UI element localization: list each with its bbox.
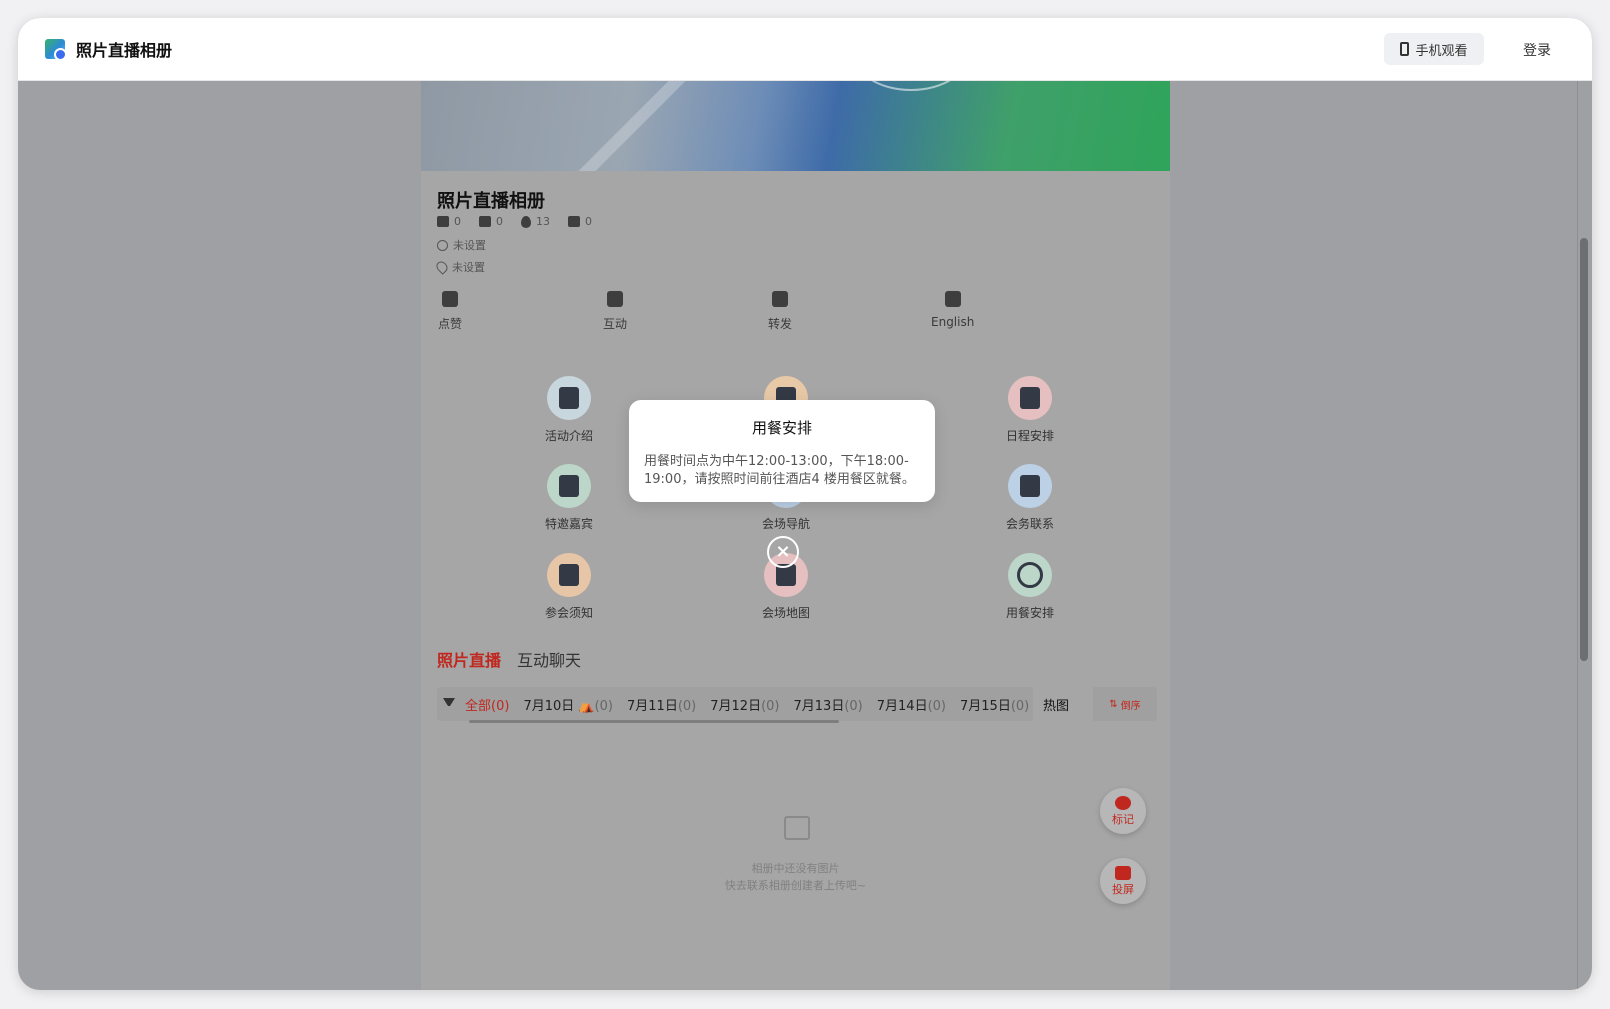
action-row: 点赞 互动 转发 English [421, 291, 1170, 351]
mobile-view-button[interactable]: 手机观看 [1384, 33, 1484, 65]
login-link[interactable]: 登录 [1523, 40, 1551, 60]
grid-item-schedule[interactable]: 日程安排 [970, 376, 1090, 444]
grid-item-contact[interactable]: 会务联系 [970, 464, 1090, 532]
english-button[interactable]: English [931, 291, 974, 329]
clock-icon [437, 239, 448, 251]
album-stats: 0 0 13 0 [437, 215, 592, 228]
tablet-icon [559, 387, 579, 409]
date-filter-item[interactable]: 7月11日(0) [627, 695, 696, 714]
share-icon [772, 291, 788, 307]
grid-item-dining[interactable]: 用餐安排 [970, 553, 1090, 621]
mark-button[interactable]: 标记 [1100, 788, 1146, 834]
grid-item-notice[interactable]: 参会须知 [509, 553, 629, 621]
album-page: 照片直播相册 0 0 13 0 未设置 未设置 点赞 互动 转发 English… [421, 81, 1170, 990]
album-banner [421, 81, 1170, 171]
date-filter-item[interactable]: 7月15日(0) [960, 695, 1029, 714]
location-pin-icon [434, 259, 450, 275]
hot-sort-button[interactable]: 热图 [1033, 687, 1093, 721]
like-button[interactable]: 点赞 [438, 291, 462, 332]
date-scrollbar[interactable] [469, 720, 839, 723]
date-filter-item[interactable]: 7月10日 ⛺(0) [523, 695, 613, 714]
page-scrollbar-track [1577, 81, 1578, 990]
sort-arrows-icon: ⇅ [1109, 698, 1118, 710]
filter-icon[interactable] [443, 698, 455, 710]
date-filter-item[interactable]: 7月13日(0) [794, 695, 863, 714]
video-icon [479, 216, 491, 227]
thumbs-up-icon [568, 216, 580, 227]
cast-screen-icon [1115, 865, 1131, 880]
top-bar: 照片直播相册 手机观看 登录 [18, 18, 1592, 81]
thumbs-up-icon [442, 291, 458, 307]
grid-item-guests[interactable]: 特邀嘉宾 [509, 464, 629, 532]
tab-chat[interactable]: 互动聊天 [517, 647, 581, 671]
smile-mark-icon [1115, 795, 1131, 810]
modal-body: 用餐时间点为中午12:00-13:00，下午18:00-19:00，请按照时间前… [644, 454, 915, 487]
share-button[interactable]: 转发 [768, 291, 792, 332]
fire-icon [521, 215, 531, 228]
mobile-view-label: 手机观看 [1415, 43, 1468, 59]
empty-text-line2: 快去联系相册创建者上传吧~ [724, 879, 867, 892]
content-tabs: 照片直播 互动聊天 [437, 647, 581, 671]
grid-item-intro[interactable]: 活动介绍 [509, 376, 629, 444]
interact-button[interactable]: 互动 [603, 291, 627, 332]
video-count: 0 [479, 215, 503, 228]
smile-icon [1017, 562, 1043, 588]
album-time: 未设置 [437, 237, 486, 253]
photo-count: 0 [437, 215, 461, 228]
date-filter-item[interactable]: 7月12日(0) [710, 695, 779, 714]
empty-text-line1: 相册中还没有图片 [751, 862, 840, 875]
phone-icon [1020, 475, 1040, 497]
group-icon [559, 475, 579, 497]
app-logo-icon [45, 39, 67, 61]
image-icon [437, 216, 449, 227]
date-filter-bar: 全部(0) 7月10日 ⛺(0) 7月11日(0) 7月12日(0) 7月13日… [437, 687, 1157, 721]
translate-icon [944, 291, 961, 307]
phone-icon [1400, 42, 1410, 56]
album-title: 照片直播相册 [437, 191, 545, 212]
album-location: 未设置 [434, 259, 485, 275]
empty-image-icon [784, 816, 810, 840]
like-count: 0 [568, 215, 592, 228]
date-filter-all[interactable]: 全部(0) [465, 695, 509, 714]
page-scrollbar[interactable] [1580, 238, 1588, 661]
browser-window: 照片直播相册 手机观看 登录 照片直播相册 0 0 13 0 未设置 未设置 点… [18, 18, 1592, 990]
date-filter-item[interactable]: 7月14日(0) [877, 695, 946, 714]
modal-title: 用餐安排 [751, 419, 812, 437]
close-icon[interactable]: × [767, 536, 799, 568]
tab-photo-live[interactable]: 照片直播 [437, 647, 501, 671]
dining-modal: 用餐安排 用餐时间点为中午12:00-13:00，下午18:00-19:00，请… [629, 400, 935, 502]
clipboard-icon [1020, 387, 1040, 409]
heat-count: 13 [521, 215, 550, 228]
app-title: 照片直播相册 [76, 41, 173, 60]
cast-button[interactable]: 投屏 [1100, 858, 1146, 904]
page-content: 照片直播相册 0 0 13 0 未设置 未设置 点赞 互动 转发 English… [18, 81, 1592, 990]
chat-icon [607, 291, 623, 307]
notice-icon [559, 564, 579, 586]
order-sort-button[interactable]: ⇅ 倒序 [1093, 687, 1157, 721]
